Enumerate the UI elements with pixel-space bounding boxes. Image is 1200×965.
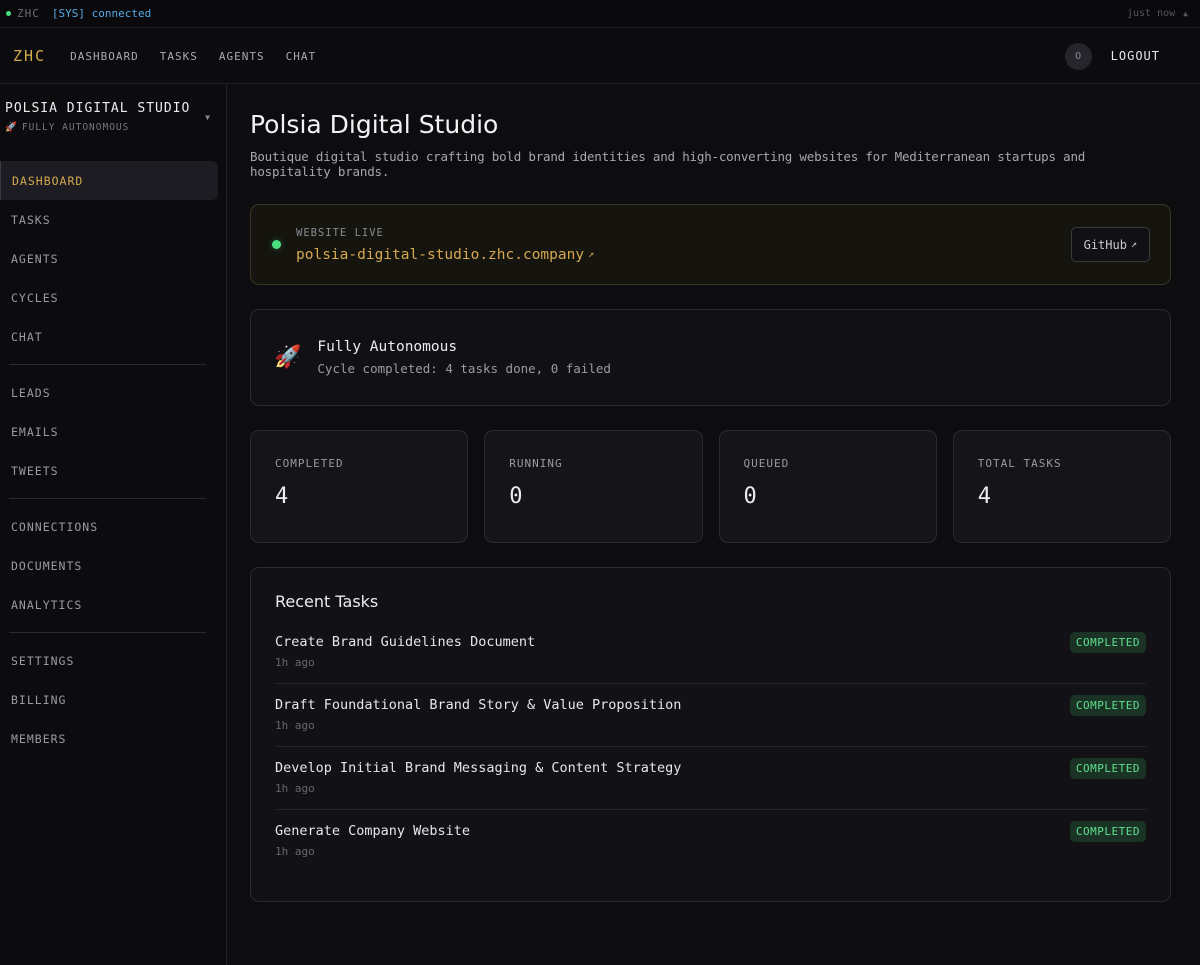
live-status-icon bbox=[272, 240, 281, 249]
sidebar-item-leads[interactable]: LEADS bbox=[0, 373, 218, 412]
org-switcher[interactable]: POLSIA DIGITAL STUDIO 🚀 FULLY AUTONOMOUS… bbox=[0, 85, 226, 161]
page-description: Boutique digital studio crafting bold br… bbox=[250, 149, 1086, 179]
caret-up-icon[interactable]: ▲ bbox=[1183, 9, 1188, 18]
website-info: WEBSITE LIVE polsia-digital-studio.zhc.c… bbox=[296, 227, 594, 263]
sidebar-item-chat[interactable]: CHAT bbox=[0, 317, 218, 356]
recent-tasks-card: Recent Tasks Create Brand Guidelines Doc… bbox=[250, 567, 1171, 902]
rocket-icon: 🚀 bbox=[274, 345, 302, 370]
task-row[interactable]: Develop Initial Brand Messaging & Conten… bbox=[275, 747, 1146, 810]
sidebar-item-agents[interactable]: AGENTS bbox=[0, 239, 218, 278]
logout-button[interactable]: LOGOUT bbox=[1111, 49, 1160, 63]
stat-queued: QUEUED 0 bbox=[718, 430, 937, 543]
chevron-down-icon[interactable]: ▼ bbox=[205, 113, 210, 122]
status-timestamp-group: just now ▲ bbox=[1127, 8, 1188, 19]
sidebar-item-analytics[interactable]: ANALYTICS bbox=[0, 585, 218, 624]
sidebar-item-tweets[interactable]: TWEETS bbox=[0, 451, 218, 490]
topnav-user-area: O LOGOUT bbox=[1064, 42, 1160, 70]
stat-total-tasks: TOTAL TASKS 4 bbox=[952, 430, 1171, 543]
task-row[interactable]: Generate Company Website 1h ago COMPLETE… bbox=[275, 810, 1146, 873]
sidebar-divider bbox=[9, 364, 206, 365]
github-button[interactable]: GitHub ↗ bbox=[1070, 227, 1150, 262]
task-time: 1h ago bbox=[275, 782, 315, 795]
task-name: Create Brand Guidelines Document bbox=[275, 634, 536, 650]
sidebar-item-cycles[interactable]: CYCLES bbox=[0, 278, 218, 317]
rocket-icon: 🚀 bbox=[5, 122, 18, 133]
stat-label: RUNNING bbox=[509, 457, 563, 470]
stat-running: RUNNING 0 bbox=[484, 430, 703, 543]
status-message: [SYS] connected bbox=[51, 7, 152, 20]
stat-completed: COMPLETED 4 bbox=[250, 430, 469, 543]
topnav-dashboard[interactable]: DASHBOARD bbox=[70, 50, 139, 63]
autonomy-subtitle: Cycle completed: 4 tasks done, 0 failed bbox=[317, 361, 611, 376]
system-status-bar: ZHC [SYS] connected just now ▲ bbox=[0, 0, 1200, 28]
top-navigation: ZHC DASHBOARD TASKS AGENTS CHAT O LOGOUT bbox=[0, 29, 1200, 84]
logo[interactable]: ZHC bbox=[13, 47, 46, 65]
website-live-card: WEBSITE LIVE polsia-digital-studio.zhc.c… bbox=[250, 204, 1171, 285]
connection-status-icon bbox=[6, 11, 11, 16]
task-row[interactable]: Draft Foundational Brand Story & Value P… bbox=[275, 684, 1146, 747]
task-time: 1h ago bbox=[275, 719, 315, 732]
main-content: Polsia Digital Studio Boutique digital s… bbox=[250, 85, 1171, 902]
task-name: Generate Company Website bbox=[275, 823, 471, 839]
sidebar-item-billing[interactable]: BILLING bbox=[0, 680, 218, 719]
status-brand: ZHC bbox=[17, 7, 40, 20]
task-time: 1h ago bbox=[275, 656, 315, 669]
topnav-tasks[interactable]: TASKS bbox=[160, 50, 198, 63]
stat-label: QUEUED bbox=[743, 457, 790, 470]
sidebar-item-emails[interactable]: EMAILS bbox=[0, 412, 218, 451]
github-button-label: GitHub bbox=[1083, 237, 1127, 252]
topnav-chat[interactable]: CHAT bbox=[286, 50, 317, 63]
task-row[interactable]: Create Brand Guidelines Document 1h ago … bbox=[275, 621, 1146, 684]
task-name: Draft Foundational Brand Story & Value P… bbox=[275, 697, 682, 713]
sidebar-divider bbox=[9, 498, 206, 499]
status-badge: COMPLETED bbox=[1069, 821, 1146, 842]
status-timestamp: just now bbox=[1127, 8, 1176, 19]
avatar[interactable]: O bbox=[1064, 42, 1092, 70]
page-title: Polsia Digital Studio bbox=[250, 110, 499, 139]
stat-value: 4 bbox=[977, 484, 991, 509]
stat-label: COMPLETED bbox=[275, 457, 344, 470]
org-mode: 🚀 FULLY AUTONOMOUS bbox=[5, 122, 214, 133]
sidebar-divider bbox=[9, 632, 206, 633]
task-time: 1h ago bbox=[275, 845, 315, 858]
external-link-icon: ↗ bbox=[1130, 239, 1137, 250]
status-badge: COMPLETED bbox=[1069, 632, 1146, 653]
stat-value: 0 bbox=[509, 484, 523, 509]
website-url-link[interactable]: polsia-digital-studio.zhc.company ↗ bbox=[296, 247, 594, 263]
sidebar-item-members[interactable]: MEMBERS bbox=[0, 719, 218, 758]
sidebar-item-connections[interactable]: CONNECTIONS bbox=[0, 507, 218, 546]
topnav-agents[interactable]: AGENTS bbox=[219, 50, 265, 63]
sidebar-item-settings[interactable]: SETTINGS bbox=[0, 641, 218, 680]
external-link-icon: ↗ bbox=[588, 249, 595, 260]
autonomy-card: 🚀 Fully Autonomous Cycle completed: 4 ta… bbox=[250, 309, 1171, 406]
sidebar-item-tasks[interactable]: TASKS bbox=[0, 200, 218, 239]
task-name: Develop Initial Brand Messaging & Conten… bbox=[275, 760, 682, 776]
autonomy-title: Fully Autonomous bbox=[317, 339, 458, 355]
status-badge: COMPLETED bbox=[1069, 695, 1146, 716]
org-mode-label: FULLY AUTONOMOUS bbox=[21, 122, 130, 133]
autonomy-info: Fully Autonomous Cycle completed: 4 task… bbox=[317, 339, 611, 376]
sidebar-item-documents[interactable]: DOCUMENTS bbox=[0, 546, 218, 585]
sidebar-item-dashboard[interactable]: DASHBOARD bbox=[0, 161, 218, 200]
stat-label: TOTAL TASKS bbox=[977, 457, 1062, 470]
recent-tasks-title: Recent Tasks bbox=[275, 592, 379, 611]
sidebar: POLSIA DIGITAL STUDIO 🚀 FULLY AUTONOMOUS… bbox=[0, 85, 227, 965]
website-url: polsia-digital-studio.zhc.company bbox=[296, 246, 585, 263]
status-badge: COMPLETED bbox=[1069, 758, 1146, 779]
org-name: POLSIA DIGITAL STUDIO bbox=[5, 101, 191, 116]
website-live-label: WEBSITE LIVE bbox=[296, 226, 384, 239]
stat-value: 4 bbox=[275, 484, 289, 509]
stat-value: 0 bbox=[743, 484, 757, 509]
stats-row: COMPLETED 4 RUNNING 0 QUEUED 0 TOTAL TAS… bbox=[250, 430, 1171, 543]
